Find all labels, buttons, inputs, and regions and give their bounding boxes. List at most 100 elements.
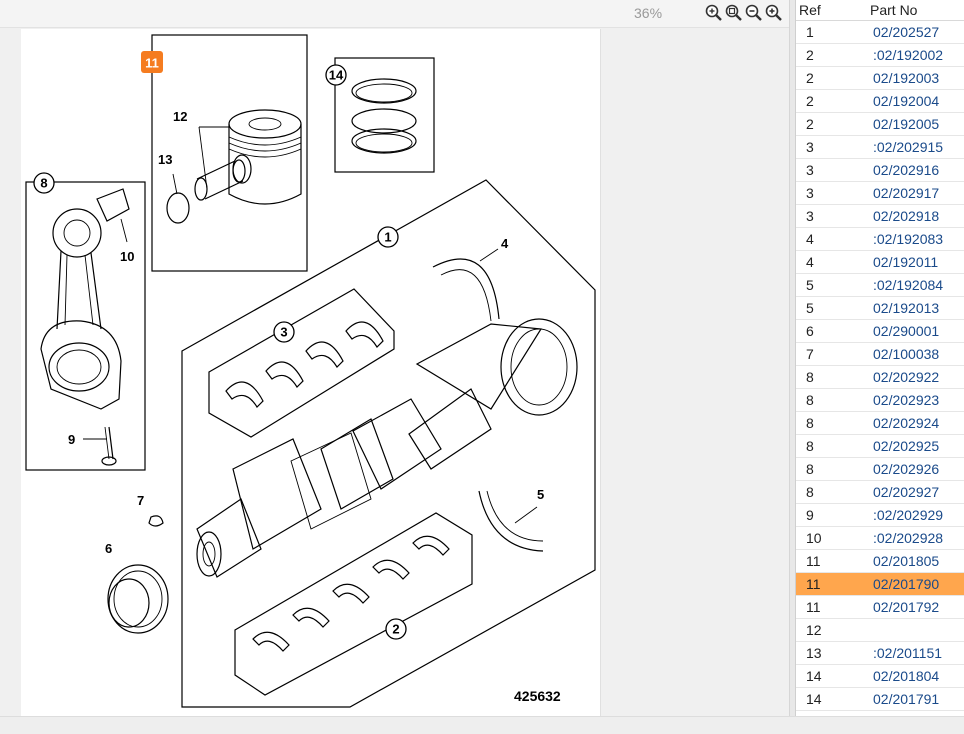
table-row[interactable]: 2 02/192004 bbox=[796, 90, 964, 113]
part-no-link[interactable]: 02/201804 bbox=[870, 668, 939, 684]
ref-cell: 8 bbox=[806, 461, 814, 477]
table-row[interactable]: 5 02/192013 bbox=[796, 297, 964, 320]
ref-cell: 5 bbox=[806, 300, 814, 316]
part-no-link[interactable]: 02/201792 bbox=[870, 599, 939, 615]
table-row[interactable]: 2 02/192005 bbox=[796, 113, 964, 136]
table-row[interactable]: 14 02/201791 bbox=[796, 688, 964, 711]
zoom-out-icon[interactable] bbox=[744, 3, 764, 23]
callout-7-label[interactable]: 7 bbox=[137, 493, 144, 508]
ref-cell: 3 bbox=[806, 208, 814, 224]
ref-cell: 5 bbox=[806, 277, 814, 293]
ref-cell: 13 bbox=[806, 645, 822, 661]
part-no-column-header[interactable]: Part No bbox=[870, 0, 917, 20]
table-row[interactable]: 7 02/100038 bbox=[796, 343, 964, 366]
part-no-link[interactable]: 02/192003 bbox=[870, 70, 939, 86]
zoom-reset-icon[interactable] bbox=[724, 3, 744, 23]
part-no-link[interactable]: :02/202929 bbox=[870, 507, 943, 523]
table-row[interactable]: 10 :02/202928 bbox=[796, 527, 964, 550]
table-row[interactable]: 4 02/192011 bbox=[796, 251, 964, 274]
part-no-link[interactable]: 02/192004 bbox=[870, 93, 939, 109]
bottom-scrollbar[interactable] bbox=[0, 716, 964, 734]
table-row[interactable]: 8 02/202922 bbox=[796, 366, 964, 389]
table-row[interactable]: 12 bbox=[796, 619, 964, 642]
lower-bearing-shells-drawing bbox=[252, 535, 450, 652]
callout-9-label[interactable]: 9 bbox=[68, 432, 75, 447]
callout-2[interactable]: 2 bbox=[385, 618, 407, 640]
part-no-link[interactable]: 02/202916 bbox=[870, 162, 939, 178]
table-row[interactable]: 3 02/202918 bbox=[796, 205, 964, 228]
ref-cell: 1 bbox=[806, 24, 814, 40]
table-row[interactable]: 8 02/202923 bbox=[796, 389, 964, 412]
part-no-link[interactable]: 02/202925 bbox=[870, 438, 939, 454]
callout-10-label[interactable]: 10 bbox=[120, 249, 134, 264]
diagram-viewer[interactable]: 36% 11 12 13 14 8 10 9 1 3 4 5 2 7 6 425… bbox=[0, 0, 789, 716]
part-no-link[interactable]: :02/192084 bbox=[870, 277, 943, 293]
callout-1[interactable]: 1 bbox=[377, 226, 399, 248]
table-row[interactable]: 3 02/202916 bbox=[796, 159, 964, 182]
table-row[interactable]: 6 02/290001 bbox=[796, 320, 964, 343]
callout-12-label[interactable]: 12 bbox=[173, 109, 187, 124]
part-no-link[interactable]: 02/100038 bbox=[870, 346, 939, 362]
zoom-fit-icon[interactable] bbox=[704, 3, 724, 23]
part-no-link[interactable]: 02/202923 bbox=[870, 392, 939, 408]
part-no-link[interactable]: 02/201790 bbox=[870, 576, 939, 592]
ref-cell: 2 bbox=[806, 93, 814, 109]
part-no-link[interactable]: :02/202915 bbox=[870, 139, 943, 155]
part-no-link[interactable]: 02/192011 bbox=[870, 254, 938, 270]
gudgeon-pin-drawing bbox=[194, 159, 246, 201]
table-row[interactable]: 3:02/202915 bbox=[796, 136, 964, 159]
table-row[interactable]: 4:02/192083 bbox=[796, 228, 964, 251]
parts-table-body: 1 02/202527 2:02/192002 2 02/192003 2 02/19200… bbox=[796, 21, 964, 711]
callout-6-label[interactable]: 6 bbox=[105, 541, 112, 556]
table-row[interactable]: 8 02/202925 bbox=[796, 435, 964, 458]
part-no-link[interactable]: 02/202918 bbox=[870, 208, 939, 224]
ref-cell: 4 bbox=[806, 254, 814, 270]
table-row[interactable]: 2 :02/192002 bbox=[796, 44, 964, 67]
callout-3[interactable]: 3 bbox=[273, 321, 295, 343]
part-no-link[interactable]: :02/202928 bbox=[870, 530, 943, 546]
part-no-link[interactable]: 02/201805 bbox=[870, 553, 939, 569]
upper-bearing-shells-drawing bbox=[225, 321, 384, 408]
part-no-link[interactable]: 02/202927 bbox=[870, 484, 939, 500]
ref-column-header[interactable]: Ref bbox=[796, 0, 870, 20]
part-no-link[interactable]: 02/201791 bbox=[870, 691, 939, 707]
part-no-link[interactable]: 02/290001 bbox=[870, 323, 939, 339]
table-row[interactable]: 8 02/202927 bbox=[796, 481, 964, 504]
part-no-link[interactable]: 02/202527 bbox=[870, 24, 939, 40]
table-row[interactable]: 1 02/202527 bbox=[796, 21, 964, 44]
table-row[interactable]: 9:02/202929 bbox=[796, 504, 964, 527]
table-row[interactable]: 3 02/202917 bbox=[796, 182, 964, 205]
callout-5-label[interactable]: 5 bbox=[537, 487, 544, 502]
table-row[interactable]: 13 :02/201151 bbox=[796, 642, 964, 665]
callout-3-label: 3 bbox=[280, 325, 287, 340]
callout-11-highlighted[interactable]: 11 bbox=[141, 51, 163, 73]
ref-cell: 2 bbox=[806, 47, 814, 63]
table-row[interactable]: 14 02/201804 bbox=[796, 665, 964, 688]
table-row[interactable]: 5 :02/192084 bbox=[796, 274, 964, 297]
callout-13-label[interactable]: 13 bbox=[158, 152, 172, 167]
table-row[interactable]: 11 02/201792 bbox=[796, 596, 964, 619]
ref-cell: 10 bbox=[806, 530, 822, 546]
exploded-diagram-canvas[interactable]: 11 12 13 14 8 10 9 1 3 4 5 2 7 6 425632 bbox=[21, 29, 601, 716]
table-row[interactable]: 8 02/202924 bbox=[796, 412, 964, 435]
zoom-in-icon[interactable] bbox=[764, 3, 784, 23]
table-row[interactable]: 11 02/201805 bbox=[796, 550, 964, 573]
part-no-link[interactable]: 02/192013 bbox=[870, 300, 939, 316]
table-row[interactable]: 11 02/201790 bbox=[796, 573, 964, 596]
ref-cell: 11 bbox=[806, 599, 821, 615]
table-row[interactable]: 8 02/202926 bbox=[796, 458, 964, 481]
callout-8[interactable]: 8 bbox=[33, 172, 55, 194]
part-no-link[interactable]: 02/192005 bbox=[870, 116, 939, 132]
callout-14[interactable]: 14 bbox=[325, 64, 347, 86]
part-no-link[interactable]: :02/201151 bbox=[870, 645, 942, 661]
callout-4-label[interactable]: 4 bbox=[501, 236, 509, 251]
part-no-link[interactable]: 02/202924 bbox=[870, 415, 939, 431]
zoom-level-readout: 36% bbox=[634, 5, 663, 21]
part-no-link[interactable]: 02/202922 bbox=[870, 369, 939, 385]
part-no-link[interactable]: :02/192002 bbox=[870, 47, 943, 63]
part-no-link[interactable]: :02/192083 bbox=[870, 231, 943, 247]
table-row[interactable]: 2 02/192003 bbox=[796, 67, 964, 90]
upper-bearings-frame bbox=[208, 288, 395, 438]
part-no-link[interactable]: 02/202917 bbox=[870, 185, 939, 201]
part-no-link[interactable]: 02/202926 bbox=[870, 461, 939, 477]
